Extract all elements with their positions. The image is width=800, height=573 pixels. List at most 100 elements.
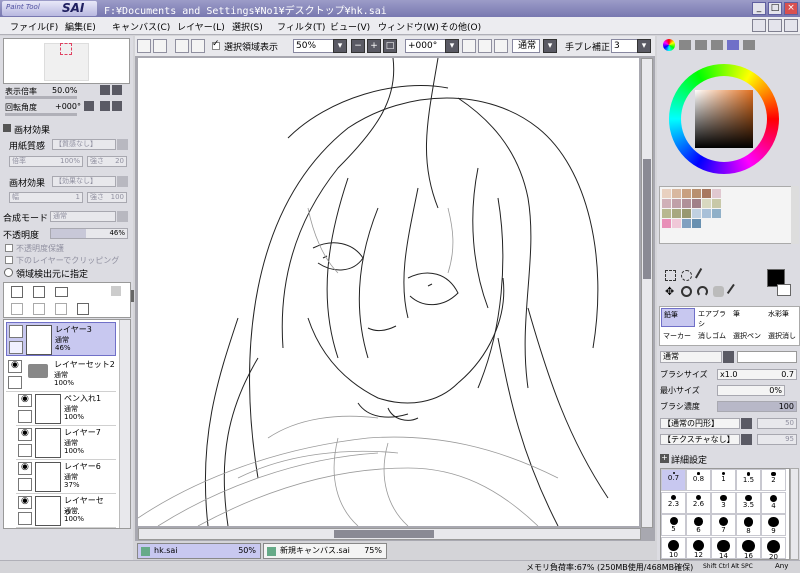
rotate-left-icon[interactable] xyxy=(84,101,94,111)
color-swatch[interactable] xyxy=(712,209,721,218)
rotate-right-icon[interactable] xyxy=(100,101,110,111)
effect-width-field[interactable]: 幅1 xyxy=(9,192,83,203)
color-wheel[interactable] xyxy=(669,64,779,174)
merge-down-icon[interactable] xyxy=(11,303,23,315)
rotate-right-icon[interactable] xyxy=(478,39,492,53)
zoom-in-icon[interactable] xyxy=(112,85,122,95)
collapse-icon[interactable] xyxy=(3,124,11,132)
color-swatch[interactable] xyxy=(662,219,671,228)
layer-item[interactable]: レイヤー3 通常 46% xyxy=(6,322,116,356)
move-icon[interactable]: ✥ xyxy=(665,286,676,297)
layer-scrollbar[interactable] xyxy=(119,320,130,528)
tool-eraser[interactable]: 消しゴム xyxy=(696,328,730,345)
color-swatch[interactable] xyxy=(682,189,691,198)
scrollbar-thumb[interactable] xyxy=(643,159,651,279)
opacity-slider[interactable]: 46% xyxy=(50,228,128,239)
zoom-icon[interactable] xyxy=(681,286,692,297)
eyedropper-icon[interactable] xyxy=(726,283,743,300)
layer-item[interactable]: ◉ ペン入れ1 通常 100% xyxy=(16,392,116,426)
menu-layer[interactable]: レイヤー(L) xyxy=(177,20,225,33)
doc-tab[interactable]: 新規キャンバス.sai 75% xyxy=(263,543,387,559)
color-swatch[interactable] xyxy=(662,209,671,218)
menu-window[interactable]: ウィンドウ(W) xyxy=(378,20,439,33)
navigator-preview[interactable] xyxy=(3,38,130,84)
rotate-slider[interactable] xyxy=(5,113,77,116)
zoom-slider[interactable] xyxy=(5,96,77,99)
brush-size-preset[interactable]: 2 xyxy=(761,469,786,491)
color-swatch[interactable] xyxy=(692,189,701,198)
maximize-button[interactable]: □ xyxy=(768,2,782,15)
close-button[interactable]: × xyxy=(784,2,798,15)
brush-size-preset[interactable]: 4 xyxy=(761,491,786,514)
brush-size-preset[interactable]: 0.8 xyxy=(686,469,711,491)
color-swatch[interactable] xyxy=(712,189,721,198)
minimize-button[interactable]: _ xyxy=(752,2,766,15)
chevron-down-icon[interactable] xyxy=(723,351,734,363)
rotate-reset-icon[interactable] xyxy=(112,101,122,111)
vertical-scrollbar[interactable] xyxy=(641,58,653,528)
color-swatch[interactable] xyxy=(692,199,701,208)
new-linework-layer-icon[interactable] xyxy=(33,286,45,298)
saturation-value-square[interactable] xyxy=(695,90,753,148)
menu-canvas[interactable]: キャンバス(C) xyxy=(112,20,170,33)
panel-splitter[interactable] xyxy=(131,290,134,302)
color-swatch[interactable] xyxy=(672,209,681,218)
navigator-viewport[interactable] xyxy=(60,43,72,55)
secondary-color[interactable] xyxy=(777,284,791,296)
tool-marker[interactable]: マーカー xyxy=(661,328,695,345)
brush-size-slider[interactable]: x1.0 0.7 xyxy=(717,369,797,380)
magic-wand-icon[interactable] xyxy=(694,267,711,284)
eye-icon[interactable]: ◉ xyxy=(18,496,32,509)
chevron-down-icon[interactable]: ▾ xyxy=(543,39,557,53)
menu-view[interactable]: ビュー(V) xyxy=(330,20,370,33)
lock-toggle[interactable] xyxy=(18,478,32,491)
hsv-slider-tab-icon[interactable] xyxy=(695,40,707,50)
new-layer-icon[interactable] xyxy=(11,286,23,298)
layer-menu-icon[interactable] xyxy=(111,286,121,296)
chevron-down-icon[interactable] xyxy=(117,176,128,187)
selection-source-radio[interactable] xyxy=(4,268,13,277)
chevron-down-icon[interactable] xyxy=(741,434,752,445)
brush-size-preset[interactable]: 0.7 xyxy=(661,469,686,491)
chevron-down-icon[interactable] xyxy=(741,418,752,429)
eye-icon[interactable]: ◉ xyxy=(18,428,32,441)
density-slider[interactable]: 100 xyxy=(717,401,797,412)
scratchpad-tab-icon[interactable] xyxy=(743,40,755,50)
clip-lower-checkbox[interactable] xyxy=(5,256,13,264)
color-swatch[interactable] xyxy=(662,189,671,198)
swatches-tab-icon[interactable] xyxy=(727,40,739,50)
doc-restore-button[interactable] xyxy=(768,19,782,32)
brush-size-preset[interactable]: 16 xyxy=(736,536,761,560)
min-size-slider[interactable]: 0% xyxy=(717,385,785,396)
lock-toggle[interactable] xyxy=(8,376,22,389)
brush-mode-select[interactable]: 通常 xyxy=(660,351,722,363)
redo-icon[interactable] xyxy=(153,39,167,53)
lock-toggle[interactable] xyxy=(18,512,32,525)
eye-icon[interactable]: ◉ xyxy=(8,360,22,373)
protect-opacity-checkbox[interactable] xyxy=(5,244,13,252)
rect-select-icon[interactable] xyxy=(665,270,676,281)
brush-size-preset[interactable]: 7 xyxy=(711,514,736,536)
brush-size-preset[interactable]: 5 xyxy=(661,514,686,536)
blend-mode-button[interactable]: 通常 xyxy=(512,39,540,53)
tool-pencil[interactable]: 鉛筆 xyxy=(661,308,695,327)
expand-icon[interactable]: + xyxy=(660,454,669,463)
rgb-slider-tab-icon[interactable] xyxy=(679,40,691,50)
color-swatch[interactable] xyxy=(682,209,691,218)
rotate-reset-icon[interactable] xyxy=(494,39,508,53)
chevron-down-icon[interactable] xyxy=(117,211,128,222)
trash-icon[interactable] xyxy=(77,303,89,315)
zoom-out-icon[interactable] xyxy=(100,85,110,95)
hand-icon[interactable] xyxy=(713,286,724,297)
layer-folder-item[interactable]: ◉ レイヤーセッ... 通常 100% xyxy=(16,494,116,528)
deselect-icon[interactable] xyxy=(175,39,189,53)
strength-field[interactable]: 強さ 20 xyxy=(87,156,127,167)
zoom-in-icon[interactable]: + xyxy=(367,39,381,53)
lock-toggle[interactable] xyxy=(18,410,32,423)
layer-item[interactable]: ◉ レイヤー6 通常 37% xyxy=(16,460,116,494)
color-swatch[interactable] xyxy=(702,199,711,208)
effect-strength-field[interactable]: 強さ 100 xyxy=(87,192,127,203)
new-folder-icon[interactable] xyxy=(55,287,68,297)
tool-select-pen[interactable]: 選択ペン xyxy=(731,328,765,345)
brush-size-preset[interactable]: 6 xyxy=(686,514,711,536)
